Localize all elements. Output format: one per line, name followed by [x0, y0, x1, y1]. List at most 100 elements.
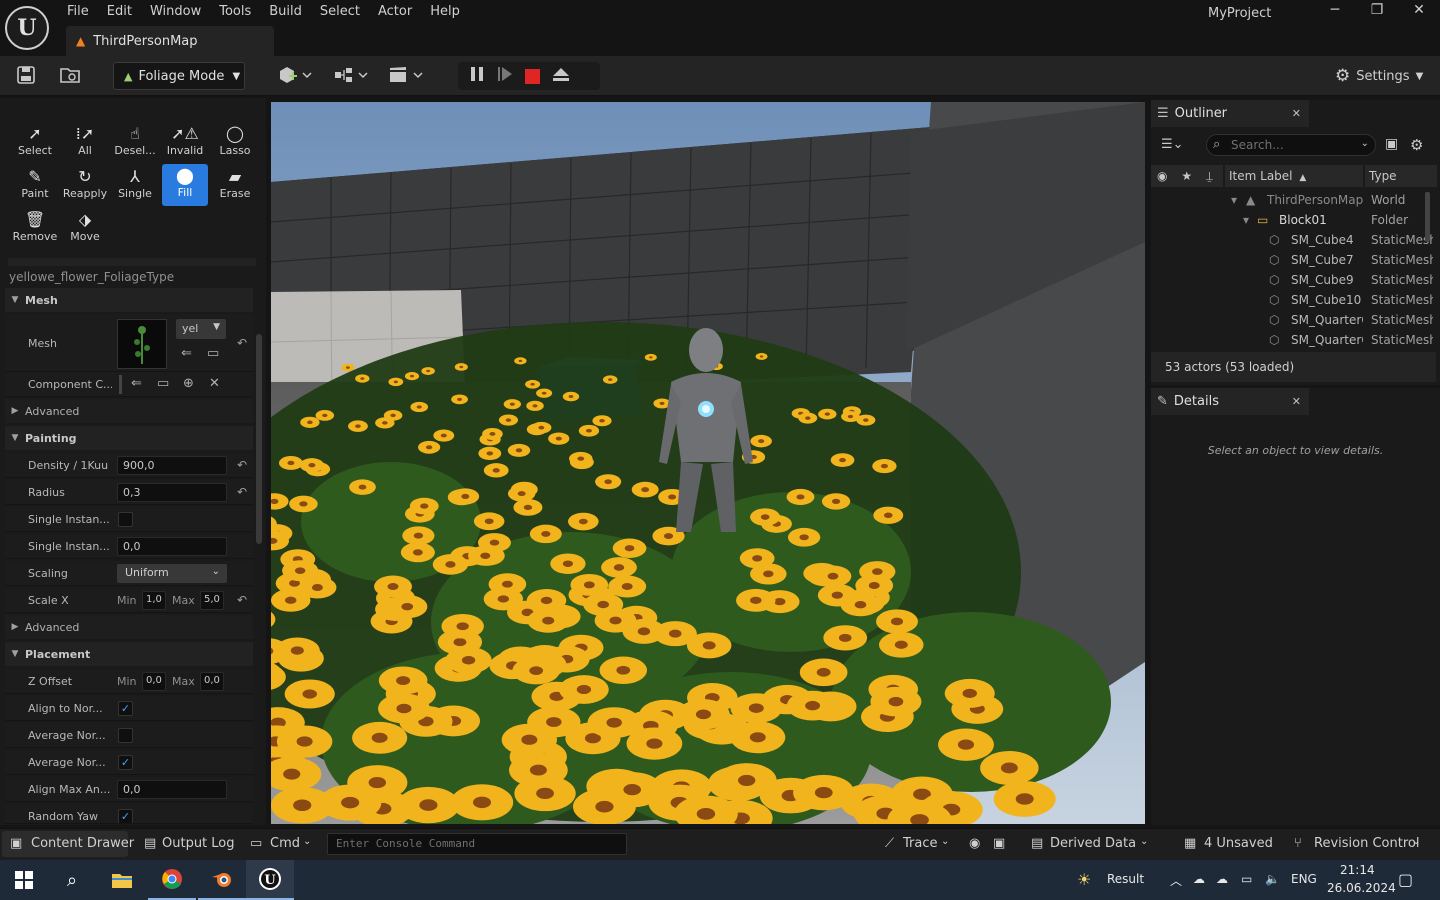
- align-max-angle-input[interactable]: [117, 780, 227, 799]
- chrome-icon[interactable]: [148, 860, 196, 900]
- add-actor-icon[interactable]: [277, 65, 313, 89]
- screenshot-icon[interactable]: ▣: [993, 836, 1005, 851]
- record-icon[interactable]: ◉: [969, 836, 980, 851]
- use-selected-icon[interactable]: ⇐: [131, 376, 142, 391]
- file-explorer-icon[interactable]: [98, 860, 146, 900]
- scale-x-max-input[interactable]: 5,0: [200, 591, 224, 610]
- menu-actor[interactable]: Actor: [369, 0, 421, 24]
- menu-window[interactable]: Window: [141, 0, 210, 24]
- menu-file[interactable]: File: [58, 0, 98, 24]
- unreal-engine-icon[interactable]: U: [246, 860, 294, 900]
- trace-button[interactable]: Trace: [903, 836, 938, 851]
- cinematics-icon[interactable]: [388, 65, 424, 89]
- menu-tools[interactable]: Tools: [210, 0, 260, 24]
- console-command-input[interactable]: Enter Console Command: [327, 833, 627, 855]
- chevron-down-icon[interactable]: ⌄: [303, 836, 311, 847]
- language-indicator[interactable]: ENG: [1291, 872, 1317, 886]
- volume-icon[interactable]: 🔈: [1265, 872, 1280, 886]
- settings-button[interactable]: ⚙ Settings ▼: [1335, 66, 1423, 86]
- outliner-search-input[interactable]: ⌕ Search... ⌄: [1206, 134, 1376, 156]
- clock-date[interactable]: 26.06.2024: [1327, 881, 1396, 895]
- section-placement[interactable]: ▼ Placement: [5, 642, 253, 666]
- advanced-mesh-expander[interactable]: ▶ Advanced: [5, 399, 253, 423]
- outliner-scrollbar[interactable]: [1425, 192, 1430, 242]
- align-to-normal-checkbox[interactable]: ✓: [118, 701, 133, 716]
- browse-icon[interactable]: ▭: [157, 376, 169, 391]
- reset-icon[interactable]: ↶: [237, 593, 247, 607]
- tool-reapply[interactable]: ↻ Reapply: [62, 167, 108, 207]
- tool-single[interactable]: ⅄ Single: [112, 167, 158, 207]
- section-mesh[interactable]: ▼ Mesh: [5, 288, 253, 312]
- tree-row[interactable]: ⬡ SM_Cube9 StaticMesh: [1151, 270, 1440, 290]
- tree-row[interactable]: ⬡ SM_Cube4 StaticMesh: [1151, 230, 1440, 250]
- mesh-thumbnail[interactable]: [117, 319, 167, 369]
- close-button[interactable]: ✕: [1404, 2, 1434, 22]
- network-icon[interactable]: ▭: [1241, 872, 1252, 886]
- cmd-selector[interactable]: Cmd: [270, 836, 300, 851]
- tool-all[interactable]: ⁞➚ All: [62, 124, 108, 164]
- level-viewport[interactable]: [271, 102, 1145, 824]
- menu-edit[interactable]: Edit: [98, 0, 141, 24]
- tool-paint[interactable]: ✎ Paint: [12, 167, 58, 207]
- step-icon[interactable]: [495, 66, 515, 86]
- add-folder-icon[interactable]: ▣: [1385, 136, 1398, 152]
- revision-control-button[interactable]: Revision Control: [1314, 836, 1419, 851]
- random-yaw-checkbox[interactable]: ✓: [118, 809, 133, 823]
- tool-invalid[interactable]: ➚⚠ Invalid: [162, 124, 208, 164]
- gear-icon[interactable]: ⚙: [1410, 136, 1423, 154]
- mesh-dropdown[interactable]: yel ▼: [176, 319, 226, 339]
- eject-icon[interactable]: [551, 66, 571, 86]
- browse-asset-icon[interactable]: ▭: [207, 346, 219, 361]
- minimize-button[interactable]: ─: [1320, 2, 1350, 22]
- unsaved-button[interactable]: 4 Unsaved: [1204, 836, 1273, 851]
- close-icon[interactable]: ✕: [1292, 107, 1301, 120]
- onedrive-icon[interactable]: ☁: [1216, 872, 1228, 886]
- star-icon[interactable]: ★: [1181, 169, 1192, 183]
- weather-icon[interactable]: ☀: [1077, 870, 1091, 889]
- tool-fill[interactable]: ⬤ Fill: [162, 164, 208, 206]
- expand-icon[interactable]: ▾: [1243, 213, 1249, 227]
- radius-input[interactable]: [117, 483, 227, 502]
- scale-x-min-input[interactable]: 1,0: [142, 591, 166, 610]
- search-icon[interactable]: ⌕: [48, 860, 96, 900]
- tree-row[interactable]: ⬡ SM_QuarterC StaticMesh: [1151, 330, 1440, 350]
- clock-time[interactable]: 21:14: [1340, 863, 1375, 877]
- tool-move[interactable]: ⬗ Move: [62, 210, 108, 250]
- average-normal-single-checkbox[interactable]: ✓: [118, 755, 133, 770]
- menu-help[interactable]: Help: [421, 0, 469, 24]
- use-selected-icon[interactable]: ⇐: [181, 346, 192, 361]
- tree-row[interactable]: ⬡ SM_Cube7 StaticMesh: [1151, 250, 1440, 270]
- density-input[interactable]: [117, 456, 227, 475]
- weather-label[interactable]: Result: [1107, 872, 1144, 886]
- tree-row[interactable]: ▾ ▲ ThirdPersonMap World: [1151, 190, 1440, 210]
- derived-data-button[interactable]: Derived Data: [1050, 836, 1136, 851]
- save-icon[interactable]: [16, 65, 36, 89]
- add-icon[interactable]: ⊕: [183, 376, 194, 391]
- stop-icon[interactable]: [525, 69, 540, 84]
- chevron-down-icon[interactable]: ⌄: [941, 836, 949, 847]
- cloud-icon[interactable]: ☁: [1193, 872, 1205, 886]
- notifications-icon[interactable]: ▢: [1398, 870, 1413, 889]
- single-instance-input[interactable]: [117, 537, 227, 556]
- reset-icon[interactable]: ↶: [237, 485, 247, 499]
- type-column[interactable]: Type: [1365, 165, 1437, 187]
- output-log-button[interactable]: Output Log: [162, 836, 235, 851]
- chevron-down-icon[interactable]: ⌄: [1140, 836, 1148, 847]
- single-instance-checkbox[interactable]: [118, 512, 133, 527]
- tree-row[interactable]: ⬡ SM_QuarterC StaticMesh: [1151, 310, 1440, 330]
- section-painting[interactable]: ▼ Painting: [5, 426, 253, 450]
- scaling-dropdown[interactable]: Uniform ⌄: [117, 564, 227, 583]
- item-label-column[interactable]: Item Label ▲: [1225, 165, 1363, 187]
- browse-content-icon[interactable]: [59, 65, 81, 89]
- tool-remove[interactable]: 🗑 Remove: [12, 210, 58, 250]
- menu-build[interactable]: Build: [260, 0, 311, 24]
- tool-select[interactable]: ➚ Select: [12, 124, 58, 164]
- blender-icon[interactable]: [198, 860, 246, 900]
- menu-select[interactable]: Select: [311, 0, 369, 24]
- tool-erase[interactable]: ▰ Erase: [212, 167, 258, 207]
- tool-deselect[interactable]: ☝ Desel...: [112, 124, 158, 164]
- windows-start-icon[interactable]: [0, 860, 48, 900]
- chevron-up-icon[interactable]: ︿: [1170, 872, 1182, 889]
- map-tab[interactable]: ▲ ThirdPersonMap: [66, 26, 274, 56]
- filter-icon[interactable]: ☰⌄: [1161, 137, 1184, 152]
